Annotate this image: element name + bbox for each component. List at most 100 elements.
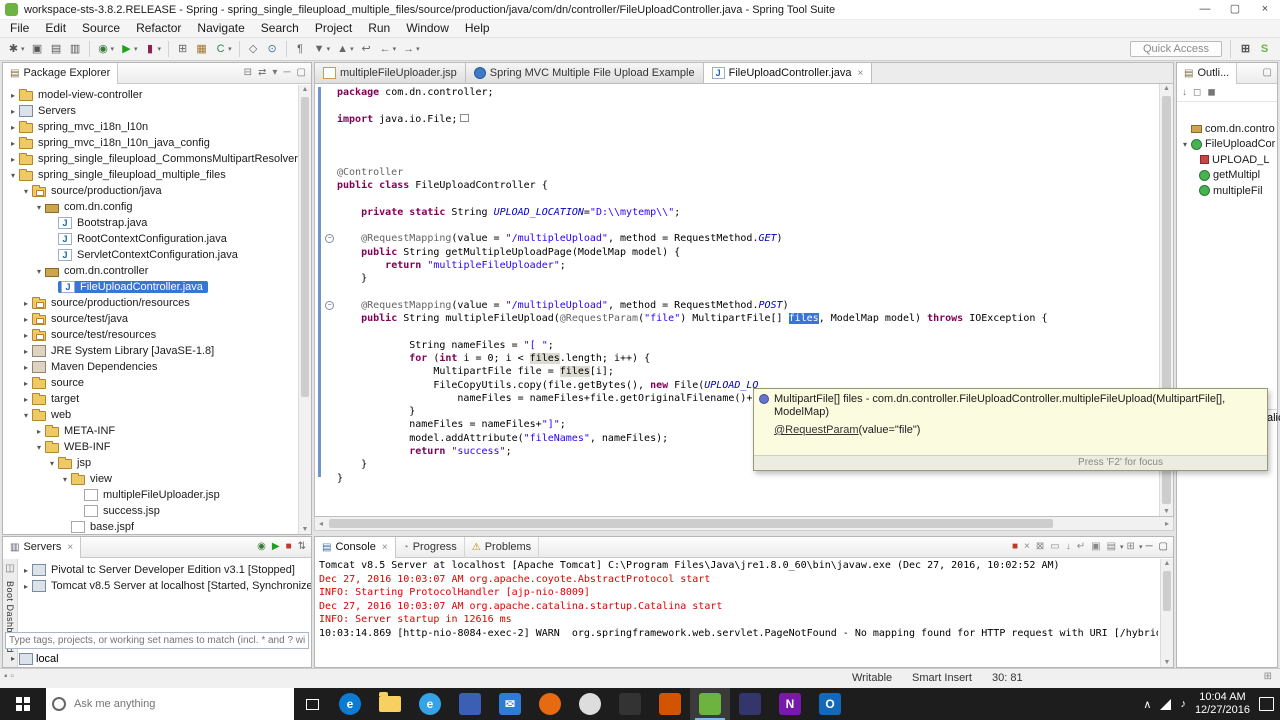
search-input[interactable]	[72, 697, 288, 711]
tree-item[interactable]: ▾ spring_single_fileupload_multiple_files	[3, 167, 298, 183]
photos-taskbar-button[interactable]	[450, 688, 490, 720]
tree-item[interactable]: J FileUploadController.java	[3, 279, 298, 295]
maximize-view-button[interactable]: ▢	[1156, 539, 1171, 555]
action-center-icon[interactable]	[1259, 697, 1274, 711]
chevron-icon[interactable]: ▸	[20, 566, 32, 575]
chevron-icon[interactable]: ▸	[7, 107, 19, 116]
maximize-button[interactable]: ▢	[1220, 0, 1250, 20]
chevron-icon[interactable]: ▸	[7, 123, 19, 132]
scrollbar-thumb[interactable]	[301, 97, 309, 397]
debug-button[interactable]: ◉ ▾	[95, 40, 117, 58]
tab-progress[interactable]: ◔ Progress	[396, 536, 465, 558]
scroll-lock-button[interactable]: ↓	[1063, 539, 1074, 555]
scroll-down-icon[interactable]: ▼	[1161, 659, 1173, 666]
boot-dashboard-icon[interactable]: ◫	[2, 561, 17, 577]
remove-all-launches-button[interactable]: ⊠	[1033, 539, 1047, 555]
tree-item[interactable]: ▸ spring_mvc_i18n_l10n	[3, 119, 298, 135]
outline-item[interactable]: getMultipl	[1177, 168, 1277, 184]
run-button[interactable]: ▶ ▾	[118, 40, 140, 58]
sort-outline-button[interactable]: ↓	[1179, 85, 1190, 101]
new-package-button[interactable]: ▦	[193, 40, 210, 58]
remove-launch-button[interactable]: ×	[1021, 539, 1033, 555]
editor-tab[interactable]: Spring MVC Multiple File Upload Example	[465, 63, 704, 83]
scrollbar-thumb[interactable]	[1163, 571, 1171, 611]
outline-item[interactable]: ▾ FileUploadCor	[1177, 137, 1277, 153]
close-tab-icon[interactable]: ×	[858, 68, 864, 79]
outline-tree[interactable]: com.dn.contro ▾ FileUploadCor UPLOAD_L getMu…	[1177, 121, 1277, 199]
open-perspective-button[interactable]: ⊞	[1237, 40, 1254, 58]
tree-item[interactable]: ▸ source/test/resources	[3, 327, 298, 343]
chevron-icon[interactable]: ▾	[33, 267, 45, 276]
chevron-icon[interactable]: ▸	[7, 654, 19, 663]
chevron-icon[interactable]: ▾	[46, 459, 58, 468]
outline-item[interactable]: com.dn.contro	[1177, 121, 1277, 137]
scroll-down-icon[interactable]: ▼	[299, 526, 311, 533]
editor-horizontal-scrollbar[interactable]: ◂ ▸	[314, 517, 1174, 531]
coverage-button[interactable]: ▮ ▾	[142, 40, 164, 58]
tree-item[interactable]: ▾ jsp	[3, 455, 298, 471]
stop-server-button[interactable]: ■	[283, 539, 295, 555]
tree-item[interactable]: ▸ JRE System Library [JavaSE-1.8]	[3, 343, 298, 359]
pin-console-button[interactable]: ▣	[1088, 539, 1103, 555]
start-server-button[interactable]: ▶	[269, 539, 283, 555]
spring-perspective-button[interactable]: S	[1256, 40, 1273, 58]
tab-package-explorer[interactable]: ▤ Package Explorer	[3, 62, 119, 84]
chevron-icon[interactable]: ▸	[20, 331, 32, 340]
next-annotation-button[interactable]: ▼ ▾	[311, 40, 333, 58]
maximize-view-button[interactable]: ▢	[1260, 65, 1275, 81]
chevron-icon[interactable]: ▸	[20, 379, 32, 388]
hide-fields-button[interactable]: ◻	[1190, 85, 1204, 101]
mark-occurrences-button[interactable]: ¶	[292, 40, 309, 58]
chevron-icon[interactable]: ▾	[59, 475, 71, 484]
previous-annotation-button[interactable]: ▲ ▾	[334, 40, 356, 58]
chevron-icon[interactable]: ▸	[20, 395, 32, 404]
console-output[interactable]: Tomcat v8.5 Server at localhost [Apache …	[319, 559, 1158, 665]
scroll-down-icon[interactable]: ▼	[1160, 508, 1173, 515]
tree-item[interactable]: multipleFileUploader.jsp	[3, 487, 298, 503]
print-button[interactable]: ▥	[67, 40, 84, 58]
local-item[interactable]: ▸ local	[7, 651, 59, 666]
tree-item[interactable]: ▸ source	[3, 375, 298, 391]
tree-item[interactable]: ▸ META-INF	[3, 423, 298, 439]
menu-search[interactable]: Search	[253, 20, 307, 37]
tab-outline[interactable]: ▤ Outli...	[1177, 62, 1238, 84]
chevron-icon[interactable]: ▾	[7, 171, 19, 180]
tree-item[interactable]: ▸ Maven Dependencies	[3, 359, 298, 375]
search-button[interactable]: ⊙	[264, 40, 281, 58]
close-view-icon[interactable]: ×	[67, 542, 73, 553]
tree-item[interactable]: ▸ spring_mvc_i18n_l10n_java_config	[3, 135, 298, 151]
chevron-icon[interactable]: ▸	[7, 155, 19, 164]
onenote-taskbar-button[interactable]: N	[770, 688, 810, 720]
working-set-filter-input[interactable]	[5, 632, 309, 649]
chevron-icon[interactable]: ▾	[1179, 140, 1191, 149]
file-explorer-taskbar-button[interactable]	[370, 688, 410, 720]
scrollbar-thumb[interactable]	[329, 519, 1053, 528]
scroll-right-icon[interactable]: ▸	[1161, 517, 1173, 530]
scroll-up-icon[interactable]: ▲	[299, 86, 311, 93]
chevron-icon[interactable]: ▸	[33, 427, 45, 436]
tree-item[interactable]: ▸ target	[3, 391, 298, 407]
link-with-editor-button[interactable]: ⇄	[255, 65, 269, 81]
eclipse-taskbar-button[interactable]	[730, 688, 770, 720]
menu-window[interactable]: Window	[398, 20, 457, 37]
menu-project[interactable]: Project	[307, 20, 360, 37]
menu-source[interactable]: Source	[74, 20, 128, 37]
console-scrollbar[interactable]: ▲ ▼	[1160, 559, 1173, 667]
mail-taskbar-button[interactable]: ✉	[490, 688, 530, 720]
scroll-up-icon[interactable]: ▲	[1161, 560, 1173, 567]
scroll-left-icon[interactable]: ◂	[315, 517, 327, 530]
firefox-taskbar-button[interactable]	[530, 688, 570, 720]
statusbar-right-icon[interactable]: ⊞	[1264, 671, 1272, 682]
tree-item[interactable]: ▸ spring_single_fileupload_CommonsMultipa…	[3, 151, 298, 167]
display-selected-console-button[interactable]: ▤	[1104, 539, 1119, 555]
outline-item[interactable]: multipleFil	[1177, 183, 1277, 199]
request-param-link[interactable]: @RequestParam	[774, 424, 859, 436]
tree-item[interactable]: success.jsp	[3, 503, 298, 519]
tree-item[interactable]: ▾ WEB-INF	[3, 439, 298, 455]
editor-tab[interactable]: multipleFileUploader.jsp	[315, 63, 466, 83]
menu-refactor[interactable]: Refactor	[128, 20, 189, 37]
task-view-button[interactable]	[294, 688, 330, 720]
hide-static-members-button[interactable]: ◼	[1204, 85, 1218, 101]
new-wizard-button[interactable]: ✱ ▾	[5, 40, 27, 58]
server-item[interactable]: ▸ Pivotal tc Server Developer Edition v3.…	[20, 562, 311, 578]
